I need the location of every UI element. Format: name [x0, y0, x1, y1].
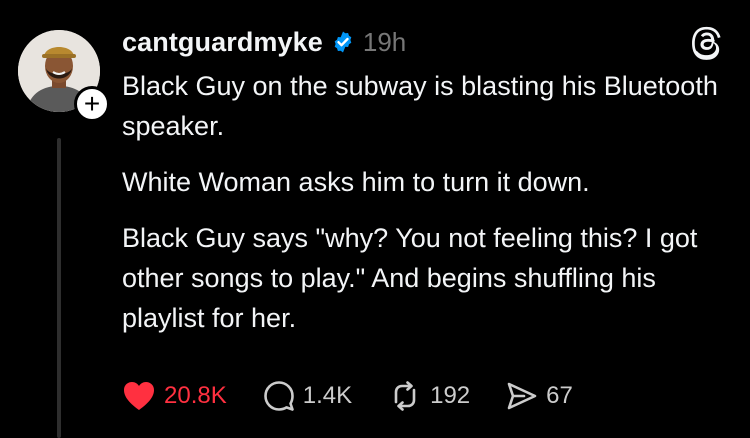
threads-logo-icon[interactable] — [690, 26, 726, 62]
post-paragraph-2: White Woman asks him to turn it down. — [122, 167, 590, 197]
action-bar: 20.8K 1.4K 192 67 — [122, 374, 609, 418]
like-button[interactable]: 20.8K — [122, 380, 227, 412]
repost-icon — [388, 380, 422, 412]
post-timestamp: 19h — [362, 26, 407, 57]
comment-button[interactable]: 1.4K — [263, 380, 352, 412]
thread-line — [57, 138, 61, 438]
verified-badge-icon — [331, 30, 355, 54]
repost-count: 192 — [430, 382, 471, 409]
post-header: cantguardmyke 19h — [122, 24, 406, 60]
share-icon — [506, 380, 538, 412]
like-count: 20.8K — [164, 382, 227, 409]
repost-button[interactable]: 192 — [388, 380, 470, 412]
post-paragraph-3: Black Guy says "why? You not feeling thi… — [122, 223, 698, 333]
share-button[interactable]: 67 — [506, 380, 573, 412]
follow-plus-button[interactable]: + — [74, 86, 110, 122]
comment-count: 1.4K — [302, 382, 353, 409]
username[interactable]: cantguardmyke — [122, 27, 323, 58]
post-paragraph-1: Black Guy on the subway is blasting his … — [122, 71, 718, 141]
comment-icon — [263, 380, 295, 412]
share-count: 67 — [546, 382, 573, 409]
heart-icon — [122, 380, 156, 412]
post-body: Black Guy on the subway is blasting his … — [122, 66, 722, 354]
